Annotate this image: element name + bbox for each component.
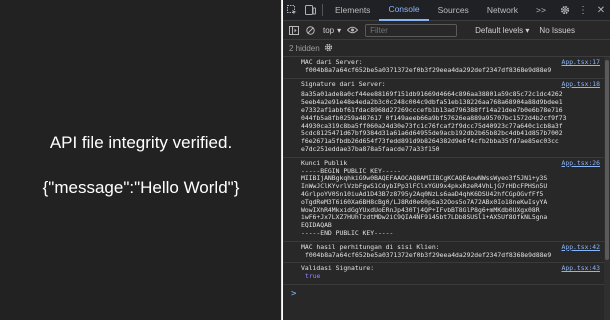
log-source-link[interactable]: App.tsx:42 xyxy=(562,243,600,252)
inspect-element-icon[interactable] xyxy=(283,0,301,21)
api-response-text: {"message":"Hello World"} xyxy=(42,178,240,197)
log-source-link[interactable]: App.tsx:43 xyxy=(562,265,600,273)
integrity-status-text: API file integrity verified. xyxy=(49,133,233,152)
log-source-link[interactable]: App.tsx:18 xyxy=(562,80,600,89)
log-levels-dropdown[interactable]: Default levels ▾ xyxy=(475,26,529,35)
clear-console-icon[interactable] xyxy=(303,21,317,40)
log-body: 8a35a01ade8a0cf44ee88169f151db91669d4664… xyxy=(301,90,567,153)
devtools-panel: Elements Console Sources Network >> ⋮ ✕ … xyxy=(283,0,610,320)
log-entry-client-mac: App.tsx:42 MAC hasil perhitungan di sisi… xyxy=(283,242,610,264)
console-prompt[interactable]: > xyxy=(283,289,610,299)
hidden-count: 2 hidden xyxy=(289,43,320,53)
issues-button[interactable]: No Issues xyxy=(539,26,575,35)
live-expression-eye-icon[interactable] xyxy=(345,21,359,40)
sidebar-toggle-icon[interactable] xyxy=(287,21,301,40)
log-source-link[interactable]: App.tsx:26 xyxy=(562,159,600,168)
log-entry-signature-validation: App.tsx:43 Validasi Signature: true xyxy=(283,263,610,285)
issues-label: No Issues xyxy=(539,25,575,35)
console-scrollbar-thumb[interactable] xyxy=(605,60,609,260)
tab-elements[interactable]: Elements xyxy=(326,0,379,21)
settings-gear-icon[interactable] xyxy=(556,0,574,21)
log-body: -----BEGIN PUBLIC KEY----- MIIBIjANBgkqh… xyxy=(301,166,548,237)
filter-input[interactable] xyxy=(365,23,458,37)
log-boolean-value: true xyxy=(305,272,321,281)
log-entry-server-mac: App.tsx:17 MAC dari Server: f004b8a7a64c… xyxy=(283,57,610,79)
tab-sources[interactable]: Sources xyxy=(429,0,478,21)
hidden-messages-bar: 2 hidden xyxy=(283,40,610,57)
tab-console[interactable]: Console xyxy=(379,0,429,21)
chevron-down-icon: ▾ xyxy=(337,25,342,35)
context-label: top xyxy=(323,25,335,35)
console-settings-gear-icon[interactable] xyxy=(324,43,333,54)
log-entry-server-signature: App.tsx:18 Signature dari Server: 8a35a0… xyxy=(283,79,610,158)
console-log-list: App.tsx:17 MAC dari Server: f004b8a7a64c… xyxy=(283,57,610,299)
log-label: Validasi Signature: xyxy=(301,264,375,273)
log-source-link[interactable]: App.tsx:17 xyxy=(562,58,600,67)
more-tabs-button[interactable]: >> xyxy=(527,0,555,21)
log-levels-label: Default levels xyxy=(475,25,524,35)
close-icon[interactable]: ✕ xyxy=(592,0,610,21)
tab-separator xyxy=(322,4,323,16)
device-toolbar-icon[interactable] xyxy=(301,0,319,21)
context-selector[interactable]: top ▾ xyxy=(323,26,341,35)
log-label: Signature dari Server: xyxy=(301,79,386,88)
console-toolbar: top ▾ Default levels ▾ No Issues xyxy=(283,21,610,40)
more-options-icon[interactable]: ⋮ xyxy=(574,0,592,21)
log-entry-public-key: App.tsx:26 Kunci Publik -----BEGIN PUBLI… xyxy=(283,158,610,242)
log-body: f004b8a7a64cf652be5a0371372ef0b3f29eea4d… xyxy=(305,65,552,74)
log-body: f004b8a7a64cf652be5a0371372ef0b3f29eea4d… xyxy=(305,250,552,259)
devtools-tabbar: Elements Console Sources Network >> ⋮ ✕ xyxy=(283,0,610,21)
tab-network[interactable]: Network xyxy=(478,0,527,21)
app-pane: API file integrity verified. {"message":… xyxy=(0,0,282,320)
